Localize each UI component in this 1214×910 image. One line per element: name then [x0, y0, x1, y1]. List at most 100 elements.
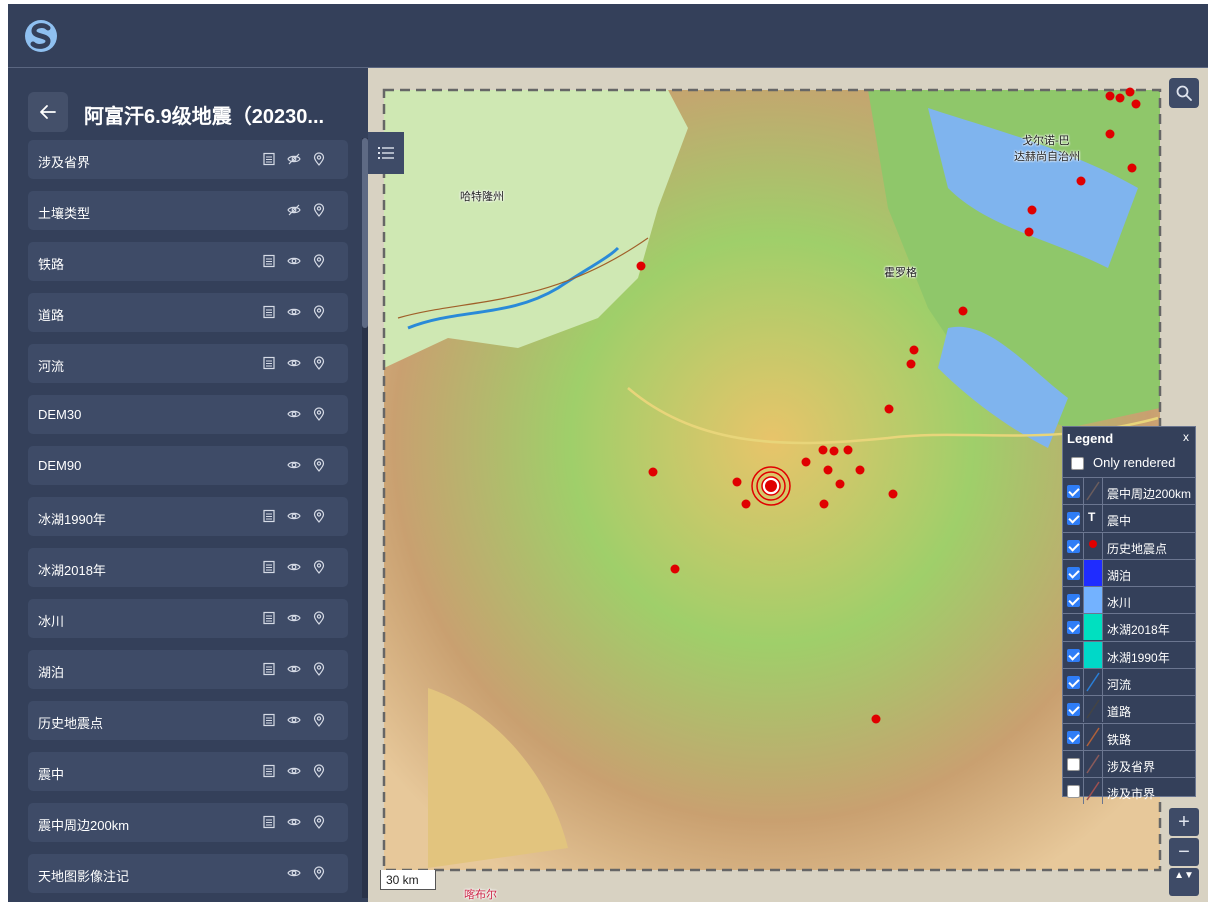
layer-list-toggle-button[interactable] [368, 132, 404, 174]
only-rendered-toggle[interactable]: Only rendered [1067, 453, 1195, 475]
historic-quake-point[interactable] [670, 564, 680, 574]
attribute-table-icon[interactable] [262, 662, 276, 676]
visibility-eye-icon[interactable] [287, 254, 301, 268]
legend-layer-checkbox[interactable] [1067, 703, 1080, 717]
layer-item[interactable]: 历史地震点 [28, 701, 348, 740]
locate-pin-icon[interactable] [312, 509, 326, 523]
visibility-eye-icon[interactable] [287, 815, 301, 829]
visibility-eye-icon[interactable] [287, 509, 301, 523]
layer-item[interactable]: 道路 [28, 293, 348, 332]
attribute-table-icon[interactable] [262, 152, 276, 166]
historic-quake-point[interactable] [648, 467, 658, 477]
legend-layer-checkbox[interactable] [1067, 648, 1080, 662]
historic-quake-point[interactable] [818, 445, 828, 455]
historic-quake-point[interactable] [958, 306, 968, 316]
locate-pin-icon[interactable] [312, 203, 326, 217]
visibility-eye-icon[interactable] [287, 458, 301, 472]
historic-quake-point[interactable] [801, 457, 811, 467]
visibility-eye-icon[interactable] [287, 611, 301, 625]
attribute-table-icon[interactable] [262, 764, 276, 778]
attribute-table-icon[interactable] [262, 509, 276, 523]
layer-item[interactable]: DEM30 [28, 395, 348, 434]
legend-layer-checkbox[interactable] [1067, 485, 1080, 498]
legend-layer-checkbox[interactable] [1067, 594, 1080, 608]
attribute-table-icon[interactable] [262, 815, 276, 829]
zoom-in-button[interactable]: + [1169, 808, 1199, 836]
attribute-table-icon[interactable] [262, 713, 276, 727]
only-rendered-checkbox[interactable] [1071, 457, 1084, 470]
locate-pin-icon[interactable] [312, 254, 326, 268]
historic-quake-point[interactable] [1024, 227, 1034, 237]
legend-layer-checkbox[interactable] [1067, 730, 1080, 744]
layer-item[interactable]: 河流 [28, 344, 348, 383]
locate-pin-icon[interactable] [312, 152, 326, 166]
layer-item[interactable]: 湖泊 [28, 650, 348, 689]
locate-pin-icon[interactable] [312, 866, 326, 880]
locate-pin-icon[interactable] [312, 764, 326, 778]
historic-quake-point[interactable] [1105, 129, 1115, 139]
historic-quake-point[interactable] [1027, 205, 1037, 215]
historic-quake-point[interactable] [843, 445, 853, 455]
historic-quake-point[interactable] [906, 359, 916, 369]
visibility-eye-icon[interactable] [287, 866, 301, 880]
layer-item[interactable]: 冰湖1990年 [28, 497, 348, 536]
locate-pin-icon[interactable] [312, 305, 326, 319]
historic-quake-point[interactable] [888, 489, 898, 499]
locate-pin-icon[interactable] [312, 815, 326, 829]
s-logo-icon[interactable] [24, 18, 58, 54]
locate-pin-icon[interactable] [312, 611, 326, 625]
attribute-table-icon[interactable] [262, 305, 276, 319]
visibility-eye-icon[interactable] [287, 305, 301, 319]
historic-quake-point[interactable] [1076, 176, 1086, 186]
layer-item[interactable]: 铁路 [28, 242, 348, 281]
visibility-eye-icon[interactable] [287, 713, 301, 727]
visibility-eye-icon[interactable] [287, 764, 301, 778]
locate-pin-icon[interactable] [312, 458, 326, 472]
historic-quake-point[interactable] [884, 404, 894, 414]
historic-quake-point[interactable] [909, 345, 919, 355]
layer-item[interactable]: 震中周边200km [28, 803, 348, 842]
zoom-out-button[interactable]: − [1169, 838, 1199, 866]
visibility-off-icon[interactable] [287, 152, 301, 166]
legend-layer-checkbox[interactable] [1067, 512, 1080, 526]
epicenter-marker[interactable] [751, 466, 791, 506]
historic-quake-point[interactable] [1127, 163, 1137, 173]
historic-quake-point[interactable] [855, 465, 865, 475]
back-button[interactable] [28, 92, 68, 132]
locate-pin-icon[interactable] [312, 356, 326, 370]
locate-pin-icon[interactable] [312, 560, 326, 574]
visibility-eye-icon[interactable] [287, 560, 301, 574]
attribute-table-icon[interactable] [262, 611, 276, 625]
visibility-eye-icon[interactable] [287, 356, 301, 370]
historic-quake-point[interactable] [1115, 93, 1125, 103]
attribute-table-icon[interactable] [262, 356, 276, 370]
compass-button[interactable]: ▲▼ [1169, 868, 1199, 896]
map-view[interactable]: 哈特隆州 戈尔诺-巴 达赫尚自治州 霍罗格 喀布尔 30 km + − ▲▼ L… [368, 68, 1208, 902]
layer-item[interactable]: 震中 [28, 752, 348, 791]
legend-layer-checkbox[interactable] [1067, 566, 1080, 580]
historic-quake-point[interactable] [819, 499, 829, 509]
locate-pin-icon[interactable] [312, 407, 326, 421]
layer-item[interactable]: 涉及省界 [28, 140, 348, 179]
attribute-table-icon[interactable] [262, 560, 276, 574]
historic-quake-point[interactable] [871, 714, 881, 724]
historic-quake-point[interactable] [1105, 91, 1115, 101]
historic-quake-point[interactable] [741, 499, 751, 509]
historic-quake-point[interactable] [1125, 87, 1135, 97]
layer-item[interactable]: 冰川 [28, 599, 348, 638]
historic-quake-point[interactable] [829, 446, 839, 456]
map-search-button[interactable] [1169, 78, 1199, 108]
historic-quake-point[interactable] [732, 477, 742, 487]
legend-layer-checkbox[interactable] [1067, 539, 1080, 553]
layer-item[interactable]: DEM90 [28, 446, 348, 485]
historic-quake-point[interactable] [835, 479, 845, 489]
visibility-off-icon[interactable] [287, 203, 301, 217]
locate-pin-icon[interactable] [312, 662, 326, 676]
locate-pin-icon[interactable] [312, 713, 326, 727]
legend-layer-checkbox[interactable] [1067, 621, 1080, 635]
historic-quake-point[interactable] [636, 261, 646, 271]
legend-close-button[interactable]: x [1183, 430, 1189, 444]
legend-layer-checkbox[interactable] [1067, 757, 1080, 771]
historic-quake-point[interactable] [1131, 99, 1141, 109]
historic-quake-point[interactable] [823, 465, 833, 475]
